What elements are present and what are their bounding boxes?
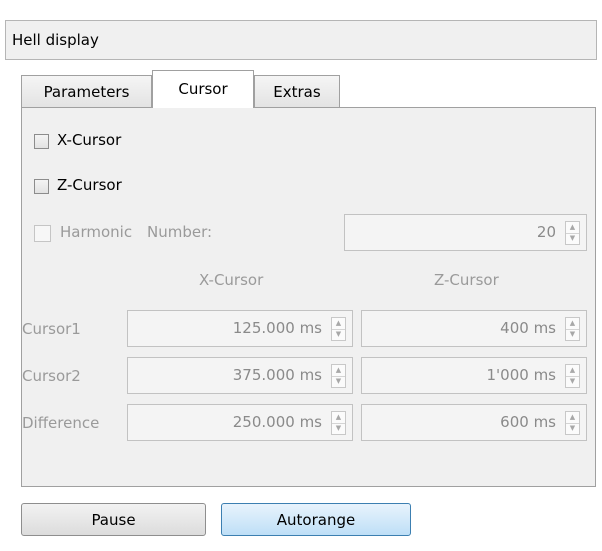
difference-z-spinbox[interactable]: 600 ms ▲ ▼ — [361, 404, 587, 441]
harmonic-number-label: Number: — [147, 223, 213, 241]
difference-x-value: 250.000 ms — [232, 413, 322, 431]
cursor1-z-value: 400 ms — [500, 319, 556, 337]
difference-z-value: 600 ms — [500, 413, 556, 431]
cursor2-row-label: Cursor2 — [22, 367, 81, 385]
cursor2-x-spin-buttons[interactable]: ▲ ▼ — [331, 364, 346, 388]
cursor1-x-value: 125.000 ms — [232, 319, 322, 337]
difference-z-spin-buttons[interactable]: ▲ ▼ — [565, 411, 580, 435]
spin-down-arrow-icon[interactable]: ▼ — [566, 329, 579, 340]
z-cursor-checkbox[interactable] — [34, 179, 49, 194]
harmonic-number-spin-buttons[interactable]: ▲ ▼ — [565, 221, 580, 245]
autorange-button[interactable]: Autorange — [221, 503, 411, 536]
cursor1-x-spin-buttons[interactable]: ▲ ▼ — [331, 317, 346, 341]
z-cursor-label: Z-Cursor — [57, 176, 122, 194]
cursor2-x-value: 375.000 ms — [232, 366, 322, 384]
difference-x-spin-buttons[interactable]: ▲ ▼ — [331, 411, 346, 435]
display-title-field: Hell display — [5, 20, 597, 60]
harmonic-checkbox[interactable] — [34, 225, 51, 242]
pause-button[interactable]: Pause — [21, 503, 206, 536]
harmonic-label: Harmonic — [60, 223, 133, 241]
cursor1-z-spin-buttons[interactable]: ▲ ▼ — [565, 317, 580, 341]
spin-down-arrow-icon[interactable]: ▼ — [566, 376, 579, 387]
z-cursor-column-header: Z-Cursor — [434, 271, 499, 289]
spin-down-arrow-icon[interactable]: ▼ — [566, 233, 579, 244]
x-cursor-label: X-Cursor — [57, 131, 122, 149]
cursor-tab-panel: X-Cursor Z-Cursor Harmonic Number: 20 ▲ … — [21, 107, 596, 487]
cursor2-x-spinbox[interactable]: 375.000 ms ▲ ▼ — [127, 357, 353, 394]
x-cursor-column-header: X-Cursor — [199, 271, 264, 289]
cursor1-x-spinbox[interactable]: 125.000 ms ▲ ▼ — [127, 310, 353, 347]
spin-down-arrow-icon[interactable]: ▼ — [332, 329, 345, 340]
harmonic-number-value: 20 — [536, 223, 556, 241]
spin-down-arrow-icon[interactable]: ▼ — [332, 376, 345, 387]
tab-parameters[interactable]: Parameters — [21, 75, 152, 107]
x-cursor-checkbox[interactable] — [34, 134, 49, 149]
spin-down-arrow-icon[interactable]: ▼ — [332, 423, 345, 434]
harmonic-number-spinbox[interactable]: 20 ▲ ▼ — [344, 214, 587, 251]
spin-down-arrow-icon[interactable]: ▼ — [566, 423, 579, 434]
difference-x-spinbox[interactable]: 250.000 ms ▲ ▼ — [127, 404, 353, 441]
cursor2-z-value: 1'000 ms — [486, 366, 557, 384]
cursor1-row-label: Cursor1 — [22, 320, 81, 338]
difference-row-label: Difference — [22, 414, 100, 432]
cursor1-z-spinbox[interactable]: 400 ms ▲ ▼ — [361, 310, 587, 347]
cursor2-z-spin-buttons[interactable]: ▲ ▼ — [565, 364, 580, 388]
tab-extras[interactable]: Extras — [254, 75, 340, 107]
tab-cursor[interactable]: Cursor — [152, 70, 254, 108]
cursor2-z-spinbox[interactable]: 1'000 ms ▲ ▼ — [361, 357, 587, 394]
display-title: Hell display — [12, 31, 99, 49]
